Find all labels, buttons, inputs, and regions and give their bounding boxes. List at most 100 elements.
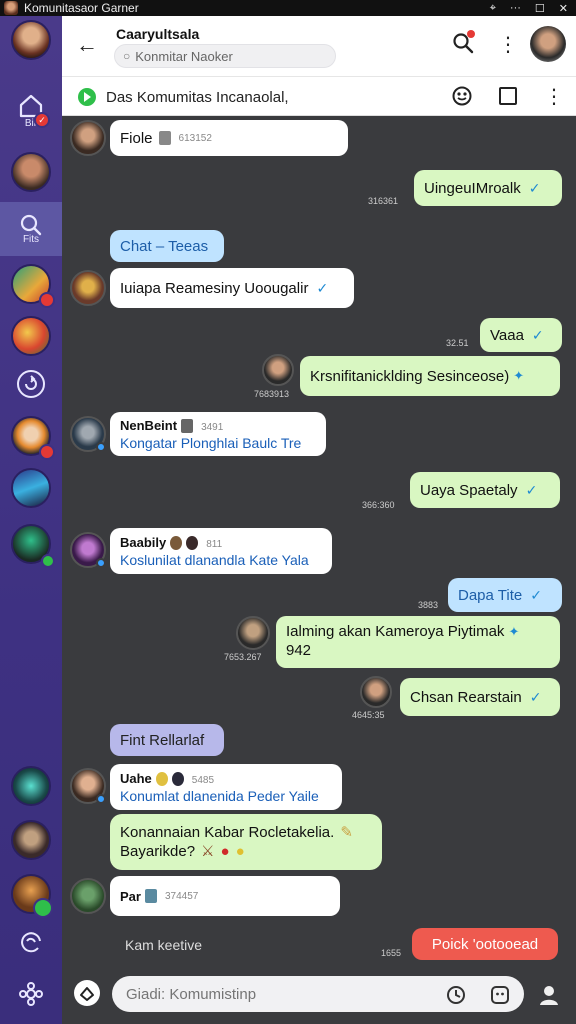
message-bubble[interactable]: Uahe 5485 Konumlat dlanenida Peder Yaile	[110, 764, 342, 810]
server-avatar[interactable]	[11, 416, 55, 460]
user-avatar[interactable]	[262, 354, 294, 386]
message-bubble[interactable]: Baabily 811 Koslunilat dlanandla Kate Yal…	[110, 528, 332, 574]
server-avatar[interactable]	[11, 524, 55, 568]
user-icon[interactable]	[538, 984, 560, 1006]
message-bubble[interactable]: UingeuIMroalk ✓	[414, 170, 562, 206]
user-avatar[interactable]	[236, 616, 270, 650]
message-meta: 5485	[191, 774, 215, 786]
message-text-line2: Bayarikde?	[120, 843, 196, 860]
channel-pill[interactable]: Fint Rellarlaf	[110, 724, 224, 756]
header-avatar[interactable]	[530, 26, 566, 62]
message-bubble[interactable]: Par 374457	[110, 876, 340, 916]
message-bubble[interactable]: Konannaian Kabar Rocletakelia. ✎ Bayarikd…	[110, 814, 382, 870]
message-meta: 811	[206, 538, 223, 550]
sender-name: Baabily	[120, 534, 167, 550]
unread-chip[interactable]: Poick 'ootooead	[412, 928, 558, 960]
sparkle-icon: ✦	[508, 624, 520, 640]
search-field-icon: ○	[123, 49, 131, 63]
message-bubble[interactable]: Dapa Tite ✓	[448, 578, 562, 612]
face-icon	[171, 771, 184, 786]
smile-emoji-icon: ●	[235, 843, 245, 860]
online-indicator	[96, 558, 106, 568]
pin-icon[interactable]: ⌖	[490, 2, 496, 15]
message-text: Konannaian Kabar Rocletakelia.	[120, 823, 335, 841]
back-icon[interactable]: ←	[76, 32, 98, 58]
alert-badge: ✓	[34, 112, 50, 128]
search-nav-label: Fits	[22, 233, 40, 245]
message-text-line2: 942	[286, 642, 312, 659]
emoji-icon	[158, 131, 171, 145]
server-avatar[interactable]	[11, 766, 51, 806]
typing-indicator: Kam keetive	[125, 937, 203, 953]
message-bubble[interactable]: NenBeint 3491 Kongatar Plonghlai Baulc Tr…	[110, 412, 326, 456]
settings-nav[interactable]	[0, 982, 62, 1006]
message-text: Kongatar Plonghlai Baulc Tre	[120, 434, 302, 451]
more-icon[interactable]: ···	[510, 2, 521, 15]
maximize-icon[interactable]: ☐	[535, 2, 545, 15]
community-bar: Das Komumitas Incanaolal, ⋮	[62, 76, 576, 116]
mention-nav[interactable]	[0, 928, 62, 954]
message-timestamp: 3883	[418, 600, 439, 610]
community-title: Das Komumitas Incanaolal,	[106, 89, 289, 106]
notification-dot	[467, 30, 475, 38]
clock-icon[interactable]	[446, 985, 466, 1005]
sender-name: Uahe	[120, 770, 152, 786]
window-title: Komunitasaor Garner	[24, 1, 139, 15]
sparkle-icon: ✦	[513, 368, 525, 383]
user-avatar[interactable]	[70, 120, 106, 156]
profile-avatar[interactable]	[11, 20, 51, 60]
refresh-nav[interactable]	[0, 368, 62, 400]
kebab-icon[interactable]: ⋮	[498, 32, 518, 57]
message-text: Par	[120, 888, 141, 904]
emoji-icon[interactable]	[452, 86, 472, 106]
message-text: Chsan Rearstain	[410, 688, 522, 706]
online-indicator	[96, 794, 106, 804]
search-input[interactable]: ○ Konmitar Naoker	[114, 44, 336, 68]
message-bubble[interactable]: Iuiapa Reamesiny Uoougalir ✓	[110, 268, 354, 308]
server-avatar[interactable]	[11, 316, 51, 356]
sticker-icon[interactable]	[490, 985, 510, 1005]
community-menu-icon[interactable]: ⋮	[544, 84, 564, 109]
server-avatar[interactable]	[11, 874, 53, 918]
message-meta: 3491	[201, 421, 224, 433]
window-titlebar: Komunitasaor Garner ⌖ ··· ☐ ✕	[0, 0, 576, 16]
user-avatar[interactable]	[70, 878, 106, 914]
server-avatar[interactable]	[11, 820, 51, 860]
message-text: Vaaa	[490, 326, 524, 344]
message-text: Krsnifitanicklding Sesinceose)	[310, 367, 510, 385]
message-bubble[interactable]: Ialming akan Kameroya Piytimak ✦ 942	[276, 616, 560, 668]
channel-pill[interactable]: Chat – Teeas	[110, 230, 224, 262]
online-badge	[41, 554, 55, 568]
message-meta: 613152	[178, 132, 212, 144]
message-timestamp: 316361	[368, 196, 399, 206]
message-bubble[interactable]: Chsan Rearstain ✓	[400, 678, 560, 716]
close-icon[interactable]: ✕	[559, 2, 568, 15]
alert-emoji-icon: ●	[220, 843, 230, 860]
user-avatar[interactable]	[360, 676, 392, 708]
app-icon	[4, 1, 18, 15]
message-bubble[interactable]: Vaaa ✓	[480, 318, 562, 352]
face-icon	[170, 535, 183, 550]
server-badge	[39, 444, 55, 460]
message-timestamp: 7653.267	[224, 652, 262, 662]
image-icon	[144, 889, 157, 903]
message-text: Fiole	[120, 129, 153, 147]
friend-avatar[interactable]	[11, 152, 51, 192]
search-nav[interactable]: Fits	[0, 202, 62, 256]
chat-header: ← Caaryultsala ○ Konmitar Naoker ⋮	[62, 16, 576, 76]
message-text: UingeuIMroalk	[424, 179, 521, 197]
message-bubble[interactable]: Uaya Spaetaly ✓	[410, 472, 560, 508]
message-text: Koslunilat dlanandla Kate Yala	[120, 551, 309, 568]
server-avatar[interactable]	[11, 468, 51, 508]
mention-icon	[21, 932, 41, 953]
read-check-icon: ✓	[525, 481, 538, 498]
user-avatar[interactable]	[70, 270, 106, 306]
home-nav[interactable]: Bir ✓	[0, 92, 62, 129]
square-icon[interactable]	[499, 87, 517, 105]
read-check-icon: ✓	[316, 279, 329, 296]
face-icon	[155, 771, 168, 786]
message-bubble[interactable]: Krsnifitanicklding Sesinceose) ✦	[300, 356, 560, 396]
message-bubble[interactable]: Fiole 613152	[110, 120, 348, 156]
server-avatar[interactable]	[11, 264, 55, 308]
add-attachment-button[interactable]	[74, 980, 100, 1006]
